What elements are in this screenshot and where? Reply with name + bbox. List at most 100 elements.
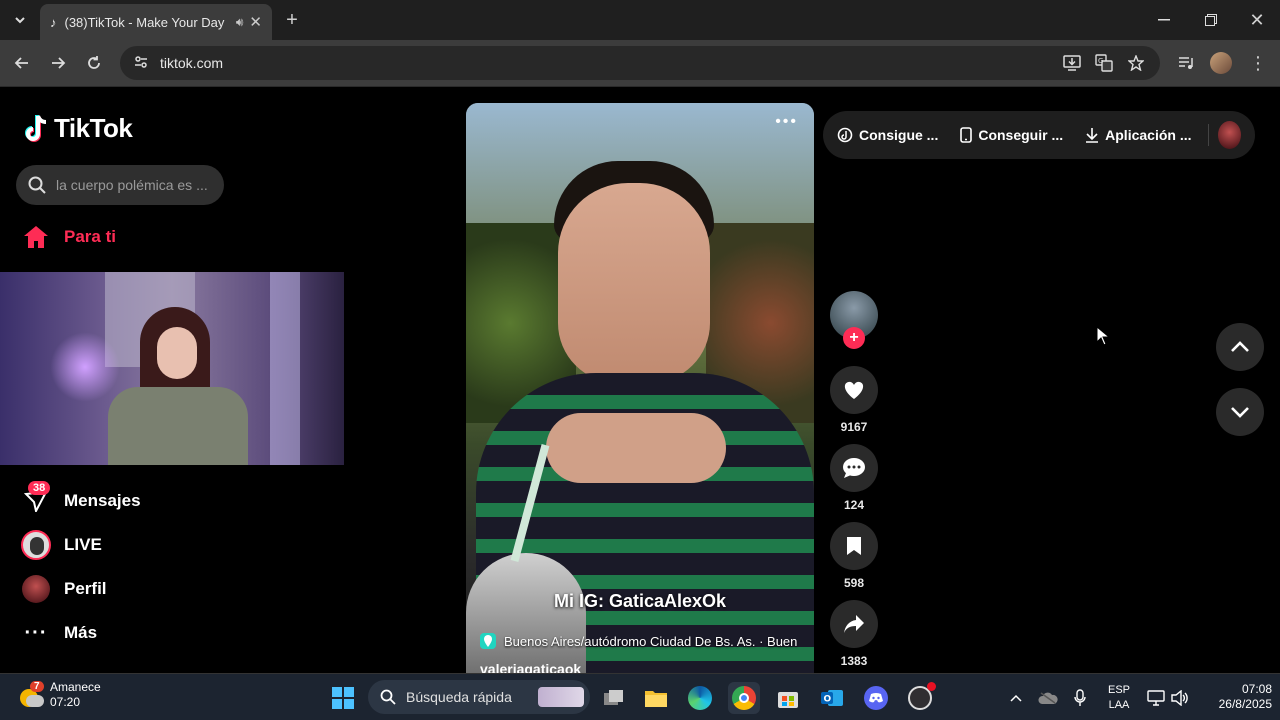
logo-text: TikTok: [54, 113, 133, 143]
site-settings-icon[interactable]: [134, 55, 148, 72]
download-app-button[interactable]: Aplicación ...: [1085, 127, 1192, 143]
get-coins-label: Consigue ...: [859, 127, 939, 143]
location-pin-icon: [480, 633, 496, 649]
windows-start-icon[interactable]: [327, 682, 359, 714]
tiktok-logo[interactable]: TikTok: [24, 113, 133, 144]
nav-item-for-you[interactable]: Para ti: [20, 221, 116, 253]
back-icon[interactable]: [6, 47, 38, 79]
mouse-cursor: [1096, 325, 1111, 351]
share-action[interactable]: 1383: [830, 600, 878, 668]
clock-time: 07:08: [1241, 682, 1272, 696]
tab-search-icon[interactable]: [4, 4, 36, 36]
previous-video-button[interactable]: [1216, 323, 1264, 371]
edge-browser-icon[interactable]: [684, 682, 716, 714]
location-text: Buenos Aires/autódromo Ciudad De Bs. As.…: [504, 633, 798, 649]
video-person-face: [558, 183, 710, 383]
download-app-label: Aplicación ...: [1105, 127, 1192, 143]
home-icon: [20, 221, 52, 253]
messages-icon: 38: [20, 481, 52, 517]
get-coins-button[interactable]: Consigue ...: [837, 127, 938, 143]
phone-icon: [960, 127, 973, 143]
search-placeholder: la cuerpo polémica es ...: [56, 177, 208, 193]
webcam-person-face: [157, 327, 197, 379]
profile-avatar-icon[interactable]: [1205, 47, 1237, 79]
microphone-icon[interactable]: [1064, 682, 1096, 714]
weather-widget[interactable]: 7 Amanece 07:20: [16, 680, 101, 710]
heart-icon[interactable]: [830, 366, 878, 414]
speaker-icon[interactable]: 🔊︎: [236, 15, 244, 30]
video-username[interactable]: valeriagaticaok: [480, 661, 581, 673]
clock-date: 26/8/2025: [1218, 697, 1272, 711]
next-video-button[interactable]: [1216, 388, 1264, 436]
address-bar[interactable]: tiktok.com: [120, 46, 1160, 80]
translate-icon[interactable]: G: [1088, 47, 1120, 79]
file-explorer-icon[interactable]: [640, 682, 672, 714]
microsoft-store-icon[interactable]: [772, 682, 804, 714]
webcam-person-sweater: [108, 387, 248, 465]
save-action[interactable]: 598: [830, 522, 878, 590]
weather-sun-icon: 7: [16, 681, 44, 709]
restore-icon[interactable]: [1195, 4, 1227, 36]
webcam-window-light: [270, 272, 300, 465]
tiktok-favicon: ♪: [50, 14, 57, 30]
share-arrow-icon[interactable]: [830, 600, 878, 648]
install-app-icon[interactable]: [1056, 47, 1088, 79]
video-more-icon[interactable]: •••: [775, 113, 798, 131]
download-icon: [1086, 128, 1099, 143]
get-app-button[interactable]: Conseguir ...: [960, 127, 1063, 143]
chrome-browser-icon[interactable]: [728, 682, 760, 714]
svg-text:G: G: [1098, 57, 1103, 65]
nav-item-more[interactable]: ··· Más: [20, 617, 98, 649]
show-hidden-icons[interactable]: [1000, 682, 1032, 714]
comment-action[interactable]: 124: [830, 444, 878, 512]
system-clock[interactable]: 07:08 26/8/2025: [1196, 682, 1272, 712]
volume-icon[interactable]: [1164, 682, 1196, 714]
video-location[interactable]: Buenos Aires/autódromo Ciudad De Bs. As.…: [480, 633, 797, 649]
menu-kebab-icon[interactable]: ⋮: [1242, 47, 1274, 79]
taskbar-search-box[interactable]: Búsqueda rápida: [368, 680, 590, 714]
top-right-bar: Consigue ... Conseguir ... Aplicación ..…: [823, 111, 1255, 159]
discord-icon[interactable]: [860, 682, 892, 714]
tiktok-page: TikTok la cuerpo polémica es ... Para ti…: [0, 87, 1280, 673]
lang-top: ESP: [1107, 684, 1130, 696]
reload-icon[interactable]: [78, 47, 110, 79]
weather-text: Amanece: [50, 680, 101, 694]
taskbar-search-label: Búsqueda rápida: [406, 689, 512, 705]
forward-icon[interactable]: [42, 47, 74, 79]
minimize-icon[interactable]: [1148, 4, 1180, 36]
close-window-icon[interactable]: ✕: [1241, 4, 1273, 36]
user-avatar[interactable]: [1218, 121, 1241, 149]
comment-count: 124: [843, 498, 865, 512]
new-tab-icon[interactable]: +: [276, 4, 308, 36]
coin-icon: [837, 127, 853, 143]
chevron-down-icon: [1231, 407, 1249, 418]
task-view-icon[interactable]: [598, 682, 630, 714]
taskbar-search-icon: [380, 689, 396, 705]
weather-time: 07:20: [50, 695, 81, 709]
like-action[interactable]: 9167: [830, 366, 878, 434]
video-hands: [546, 413, 726, 483]
save-count: 598: [843, 576, 865, 590]
url-text: tiktok.com: [160, 55, 224, 71]
video-player[interactable]: ••• Mi IG: GaticaAlexOk Buenos Aires/aut…: [466, 103, 814, 673]
comment-icon[interactable]: [830, 444, 878, 492]
nav-item-messages[interactable]: 38 Mensajes: [20, 481, 141, 517]
bookmark-icon[interactable]: [830, 522, 878, 570]
nav-item-profile[interactable]: Perfil: [20, 573, 107, 605]
video-mate-cup: [466, 553, 586, 673]
obs-studio-icon[interactable]: [904, 682, 936, 714]
onedrive-icon[interactable]: [1032, 682, 1064, 714]
nav-label-messages: Mensajes: [64, 491, 141, 510]
outlook-icon[interactable]: O: [816, 682, 848, 714]
creator-avatar[interactable]: +: [830, 291, 878, 353]
bookmark-star-icon[interactable]: [1120, 47, 1152, 79]
follow-plus-icon[interactable]: +: [843, 327, 865, 349]
messages-badge: 38: [28, 481, 51, 495]
search-input[interactable]: la cuerpo polémica es ...: [16, 165, 224, 205]
close-tab-icon[interactable]: ✕: [249, 13, 262, 31]
nav-item-live[interactable]: LIVE: [20, 529, 102, 561]
browser-tab-tiktok[interactable]: ♪ (38)TikTok - Make Your Day 🔊︎ ✕: [40, 4, 272, 40]
webcam-overlay: [0, 272, 344, 465]
media-control-icon[interactable]: [1170, 47, 1202, 79]
keyboard-language[interactable]: ESP LAA: [1102, 683, 1136, 713]
